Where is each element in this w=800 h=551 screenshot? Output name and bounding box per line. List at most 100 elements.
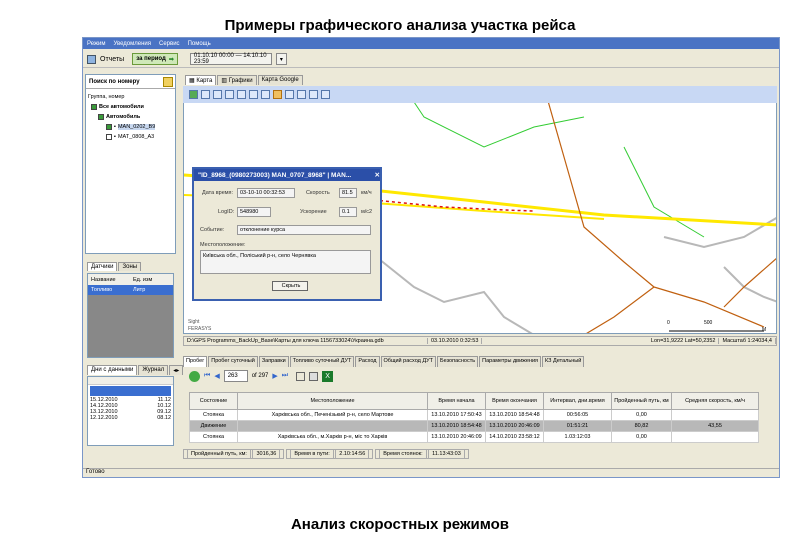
sensor-tabs: Датчики Зоны (87, 262, 142, 271)
truck-icon: ▪ (114, 124, 116, 130)
measure-icon[interactable] (285, 90, 294, 99)
period-button[interactable]: за период ➡ (132, 53, 178, 65)
tab-days[interactable]: Дни с данными (87, 365, 138, 375)
tab-journal[interactable]: Журнал (138, 365, 169, 375)
moving-summary: Время в пути: 2.10:14:56 (286, 448, 374, 459)
pan-icon[interactable] (225, 90, 234, 99)
tab-consumption[interactable]: Расход (355, 356, 380, 367)
print-icon[interactable] (321, 90, 330, 99)
slide-caption: Анализ скоростных режимов (290, 516, 510, 533)
zoom-in-icon[interactable] (201, 90, 210, 99)
tab-kz-detailed[interactable]: КЗ Детальный (542, 356, 585, 367)
location-field: Київська обл., Поліський р-н, село Черня… (200, 250, 371, 274)
col-state[interactable]: Состояние (189, 392, 238, 410)
tab-total-consumption[interactable]: Общий расход ДУТ (380, 356, 437, 367)
info-icon[interactable] (249, 90, 258, 99)
point-info-popup: "ID_8968_(0980273003) MAN_0707_8968" | M… (192, 167, 382, 301)
tab-zones[interactable]: Зоны (118, 262, 142, 271)
checkbox[interactable] (91, 104, 97, 110)
search-by-number-label: Поиск по номеру (89, 78, 140, 85)
refresh-icon[interactable] (189, 90, 198, 99)
map-watermark: Sight (188, 319, 200, 325)
slide-title: Примеры графического анализа участка рей… (224, 17, 576, 34)
scale-label: 500 (704, 320, 713, 326)
refresh-icon[interactable] (189, 370, 200, 382)
distance-summary: Пройденный путь, км: 3016,36 (183, 448, 285, 459)
map-coords: Lon=31,9222 Lat=50,2352 (648, 338, 720, 344)
select-icon[interactable] (261, 90, 270, 99)
excel-icon[interactable]: X (322, 370, 334, 382)
tree-header: Группа, номер (88, 94, 125, 100)
tab-sensors[interactable]: Датчики (87, 262, 118, 271)
table-row[interactable]: Движение 13.10.2010 18:54:48 13.10.2010 20… (189, 420, 759, 432)
map-scale: Масштаб 1:24034,4 (719, 338, 776, 344)
tab-scroll-arrows[interactable]: ◂▸ (169, 365, 184, 375)
menu-bar: Режим Уведомления Сервис Помощь (83, 38, 779, 49)
reports-label[interactable]: Отчеты (100, 56, 124, 63)
region-border (723, 266, 776, 303)
app-window: Режим Уведомления Сервис Помощь Отчеты з… (82, 37, 780, 478)
stop-summary: Время стоянок: 11.13:43:03 (375, 448, 469, 459)
app-statusbar: Готово (83, 468, 779, 477)
table-row[interactable]: Стоянка Харківська обл., Печенізький р-н,… (189, 409, 759, 421)
date-picker-button[interactable]: ▾ (275, 53, 287, 65)
layers-icon[interactable] (309, 90, 318, 99)
day-row[interactable]: 12.12.2010 08.12 (90, 415, 171, 421)
page-input[interactable]: 263 (223, 370, 248, 382)
reports-icon[interactable] (87, 54, 96, 64)
checkbox[interactable] (106, 124, 112, 130)
hide-button[interactable]: Скрыть (272, 281, 308, 291)
tab-mileage[interactable]: Пробег (183, 356, 208, 367)
zoom-out-icon[interactable] (213, 90, 222, 99)
tree-item-mat0808[interactable]: ▪ MAT_0808_A3 (86, 132, 175, 142)
date-range-field[interactable]: 01.10.10 00:00 — 14.10.10 23:59 (189, 53, 272, 65)
table-row[interactable]: Стоянка Харківська обл., м.Харків р-н, мі… (189, 431, 759, 443)
accel-label: Ускорение (300, 209, 327, 215)
point-info-icon[interactable] (273, 90, 282, 99)
event-label: Событие: (200, 227, 225, 233)
last-page-icon[interactable]: ⏭ (282, 372, 288, 380)
tab-motion-params[interactable]: Параметры движения (479, 356, 542, 367)
close-icon[interactable]: ✕ (375, 171, 380, 179)
col-distance[interactable]: Пройденный путь, км (611, 392, 672, 410)
checkbox[interactable] (98, 114, 104, 120)
fit-icon[interactable] (237, 90, 246, 99)
first-page-icon[interactable]: ⏮ (204, 372, 210, 380)
col-interval[interactable]: Интервал, дни.время (543, 392, 612, 410)
tab-fuel-daily[interactable]: Топливо суточный ДУТ (289, 356, 355, 367)
green-road (623, 146, 705, 238)
tab-google-map[interactable]: Карта Google (257, 75, 303, 85)
prev-page-icon[interactable]: ◀ (214, 372, 219, 380)
search-map-icon[interactable] (297, 90, 306, 99)
location-label: Местоположение: (200, 242, 246, 248)
road-brown (543, 87, 655, 288)
tree-item-group[interactable]: Автомобиль (86, 112, 175, 122)
tree-item-man0202[interactable]: ▪ MAN_0202_B9 (86, 122, 175, 132)
next-page-icon[interactable]: ▶ (272, 372, 277, 380)
search-icon[interactable] (163, 76, 173, 87)
col-avg-speed[interactable]: Средняя скорость, км/ч (671, 392, 759, 410)
menu-notifications[interactable]: Уведомления (114, 41, 152, 47)
col-end[interactable]: Время окончания (485, 392, 544, 410)
sensor-row[interactable]: Топливо Литр (88, 285, 173, 295)
tab-daily-mileage[interactable]: Пробег суточный (208, 356, 258, 367)
tree-item-all[interactable]: Все автомобили (86, 102, 175, 112)
tab-graphs[interactable]: ▥ Графики (217, 75, 257, 85)
scale-label: M (762, 327, 766, 333)
menu-service[interactable]: Сервис (159, 41, 180, 47)
speed-field: 81.5 (339, 188, 357, 198)
export-icon[interactable] (296, 371, 306, 381)
chevron-down-icon: ▾ (279, 56, 283, 63)
col-start[interactable]: Время начала (427, 392, 486, 410)
checkbox[interactable] (106, 134, 112, 140)
tab-map[interactable]: ▦ Карта (185, 75, 217, 85)
tab-refuel[interactable]: Заправки (258, 356, 289, 367)
print-icon[interactable] (309, 371, 319, 381)
menu-help[interactable]: Помощь (188, 41, 211, 47)
menu-mode[interactable]: Режим (87, 41, 106, 47)
map-watermark: FERASYS (188, 326, 212, 332)
logid-label: LogID: (218, 209, 235, 215)
col-location[interactable]: Местоположение (237, 392, 428, 410)
main-toolbar: Отчеты за период ➡ 01.10.10 00:00 — 14.10… (83, 51, 779, 68)
tab-safety[interactable]: Безопасность (437, 356, 479, 367)
